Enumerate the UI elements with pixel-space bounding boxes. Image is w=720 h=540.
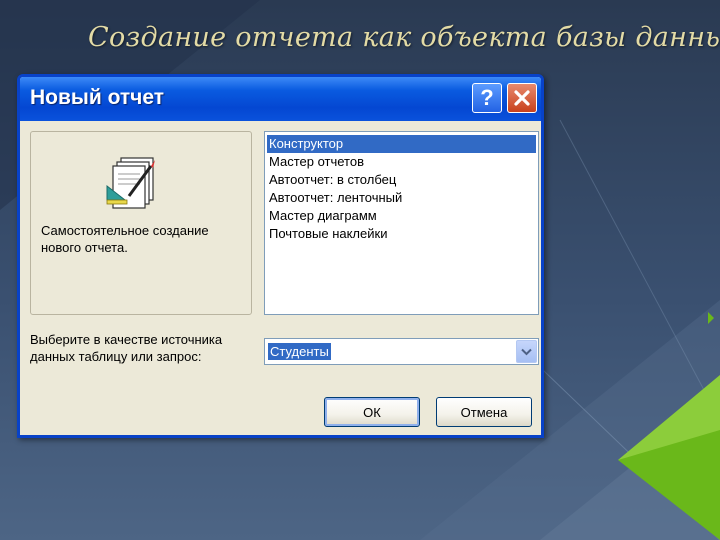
question-mark-icon: ? [480,85,494,110]
chevron-down-icon [521,348,532,355]
cancel-button[interactable]: Отмена [436,397,532,427]
dropdown-button[interactable] [516,340,537,363]
list-item[interactable]: Конструктор [267,135,536,153]
list-item[interactable]: Автоотчет: в столбец [267,171,536,189]
help-button[interactable]: ? [472,83,502,113]
report-type-list[interactable]: Конструктор Мастер отчетов Автоотчет: в ст… [264,131,539,315]
slide-title: Создание отчета как объекта базы данных [88,22,720,53]
data-source-value[interactable]: Студенты [268,343,331,360]
dialog-titlebar[interactable]: Новый отчет ? [20,77,541,121]
new-report-dialog: Новый отчет ? Самостоятельное создание н… [17,74,544,438]
report-description: Самостоятельное создание нового отчета. [41,223,209,255]
ok-button[interactable]: ОК [324,397,420,427]
data-source-label: Выберите в качестве источника данных таб… [30,332,223,364]
close-button[interactable] [507,83,537,113]
dialog-title: Новый отчет [30,86,165,109]
list-item[interactable]: Мастер диаграмм [267,207,536,225]
list-item[interactable]: Почтовые наклейки [267,225,536,243]
data-source-combobox[interactable]: Студенты [264,338,539,365]
preview-panel: Самостоятельное создание нового отчета. [30,131,252,315]
list-item[interactable]: Автоотчет: ленточный [267,189,536,207]
list-item[interactable]: Мастер отчетов [267,153,536,171]
report-design-icon [106,157,155,209]
close-icon [514,90,530,106]
